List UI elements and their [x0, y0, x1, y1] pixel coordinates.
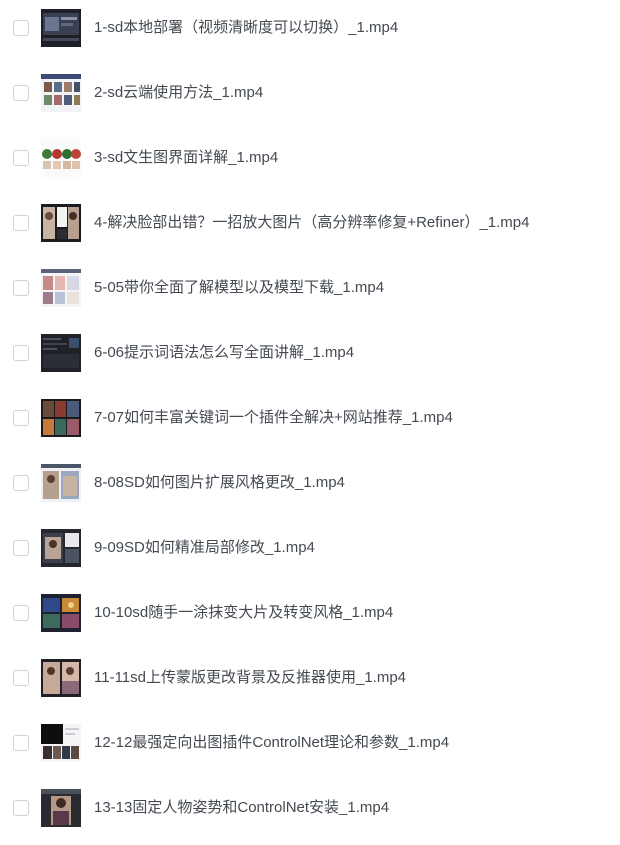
select-checkbox[interactable]: [13, 85, 29, 101]
file-name[interactable]: 5-05带你全面了解模型以及模型下载_1.mp4: [94, 278, 384, 298]
file-name[interactable]: 12-12最强定向出图插件ControlNet理论和参数_1.mp4: [94, 733, 449, 753]
video-thumbnail[interactable]: [41, 594, 81, 632]
select-checkbox[interactable]: [13, 20, 29, 36]
video-thumbnail[interactable]: [41, 74, 81, 112]
file-name[interactable]: 13-13固定人物姿势和ControlNet安装_1.mp4: [94, 798, 389, 818]
video-thumbnail[interactable]: [41, 139, 81, 177]
select-checkbox[interactable]: [13, 475, 29, 491]
file-name[interactable]: 3-sd文生图界面详解_1.mp4: [94, 148, 278, 168]
file-row[interactable]: 11-11sd上传蒙版更改背景及反推器使用_1.mp4: [0, 650, 620, 715]
file-row[interactable]: 6-06提示词语法怎么写全面讲解_1.mp4: [0, 325, 620, 390]
file-row[interactable]: 7-07如何丰富关键词一个插件全解决+网站推荐_1.mp4: [0, 390, 620, 455]
file-name[interactable]: 9-09SD如何精准局部修改_1.mp4: [94, 538, 315, 558]
select-checkbox[interactable]: [13, 540, 29, 556]
file-row[interactable]: 1-sd本地部署（视频清晰度可以切换）_1.mp4: [0, 0, 620, 65]
file-row[interactable]: 8-08SD如何图片扩展风格更改_1.mp4: [0, 455, 620, 520]
file-row[interactable]: 5-05带你全面了解模型以及模型下载_1.mp4: [0, 260, 620, 325]
select-checkbox[interactable]: [13, 605, 29, 621]
file-name[interactable]: 6-06提示词语法怎么写全面讲解_1.mp4: [94, 343, 354, 363]
select-checkbox[interactable]: [13, 410, 29, 426]
file-name[interactable]: 4-解决脸部出错？一招放大图片（高分辨率修复+Refiner）_1.mp4: [94, 213, 530, 233]
file-name[interactable]: 10-10sd随手一涂抹变大片及转变风格_1.mp4: [94, 603, 393, 623]
file-row[interactable]: 4-解决脸部出错？一招放大图片（高分辨率修复+Refiner）_1.mp4: [0, 195, 620, 260]
file-name[interactable]: 8-08SD如何图片扩展风格更改_1.mp4: [94, 473, 345, 493]
file-list: 1-sd本地部署（视频清晰度可以切换）_1.mp4 2-sd云端使用方法_1.m…: [0, 0, 620, 837]
video-thumbnail[interactable]: [41, 724, 81, 762]
file-row[interactable]: 3-sd文生图界面详解_1.mp4: [0, 130, 620, 195]
select-checkbox[interactable]: [13, 280, 29, 296]
select-checkbox[interactable]: [13, 215, 29, 231]
select-checkbox[interactable]: [13, 345, 29, 361]
video-thumbnail[interactable]: [41, 334, 81, 372]
video-thumbnail[interactable]: [41, 269, 81, 307]
select-checkbox[interactable]: [13, 735, 29, 751]
video-thumbnail[interactable]: [41, 529, 81, 567]
video-thumbnail[interactable]: [41, 399, 81, 437]
file-row[interactable]: 9-09SD如何精准局部修改_1.mp4: [0, 520, 620, 585]
video-thumbnail[interactable]: [41, 659, 81, 697]
select-checkbox[interactable]: [13, 670, 29, 686]
file-row[interactable]: 10-10sd随手一涂抹变大片及转变风格_1.mp4: [0, 585, 620, 650]
file-name[interactable]: 1-sd本地部署（视频清晰度可以切换）_1.mp4: [94, 18, 398, 38]
select-checkbox[interactable]: [13, 150, 29, 166]
file-name[interactable]: 11-11sd上传蒙版更改背景及反推器使用_1.mp4: [94, 668, 406, 688]
select-checkbox[interactable]: [13, 800, 29, 816]
file-row[interactable]: 2-sd云端使用方法_1.mp4: [0, 65, 620, 130]
video-thumbnail[interactable]: [41, 9, 81, 47]
file-name[interactable]: 7-07如何丰富关键词一个插件全解决+网站推荐_1.mp4: [94, 408, 453, 428]
file-name[interactable]: 2-sd云端使用方法_1.mp4: [94, 83, 263, 103]
file-row[interactable]: 13-13固定人物姿势和ControlNet安装_1.mp4: [0, 780, 620, 845]
file-row[interactable]: 12-12最强定向出图插件ControlNet理论和参数_1.mp4: [0, 715, 620, 780]
video-thumbnail[interactable]: [41, 789, 81, 827]
video-thumbnail[interactable]: [41, 204, 81, 242]
video-thumbnail[interactable]: [41, 464, 81, 502]
